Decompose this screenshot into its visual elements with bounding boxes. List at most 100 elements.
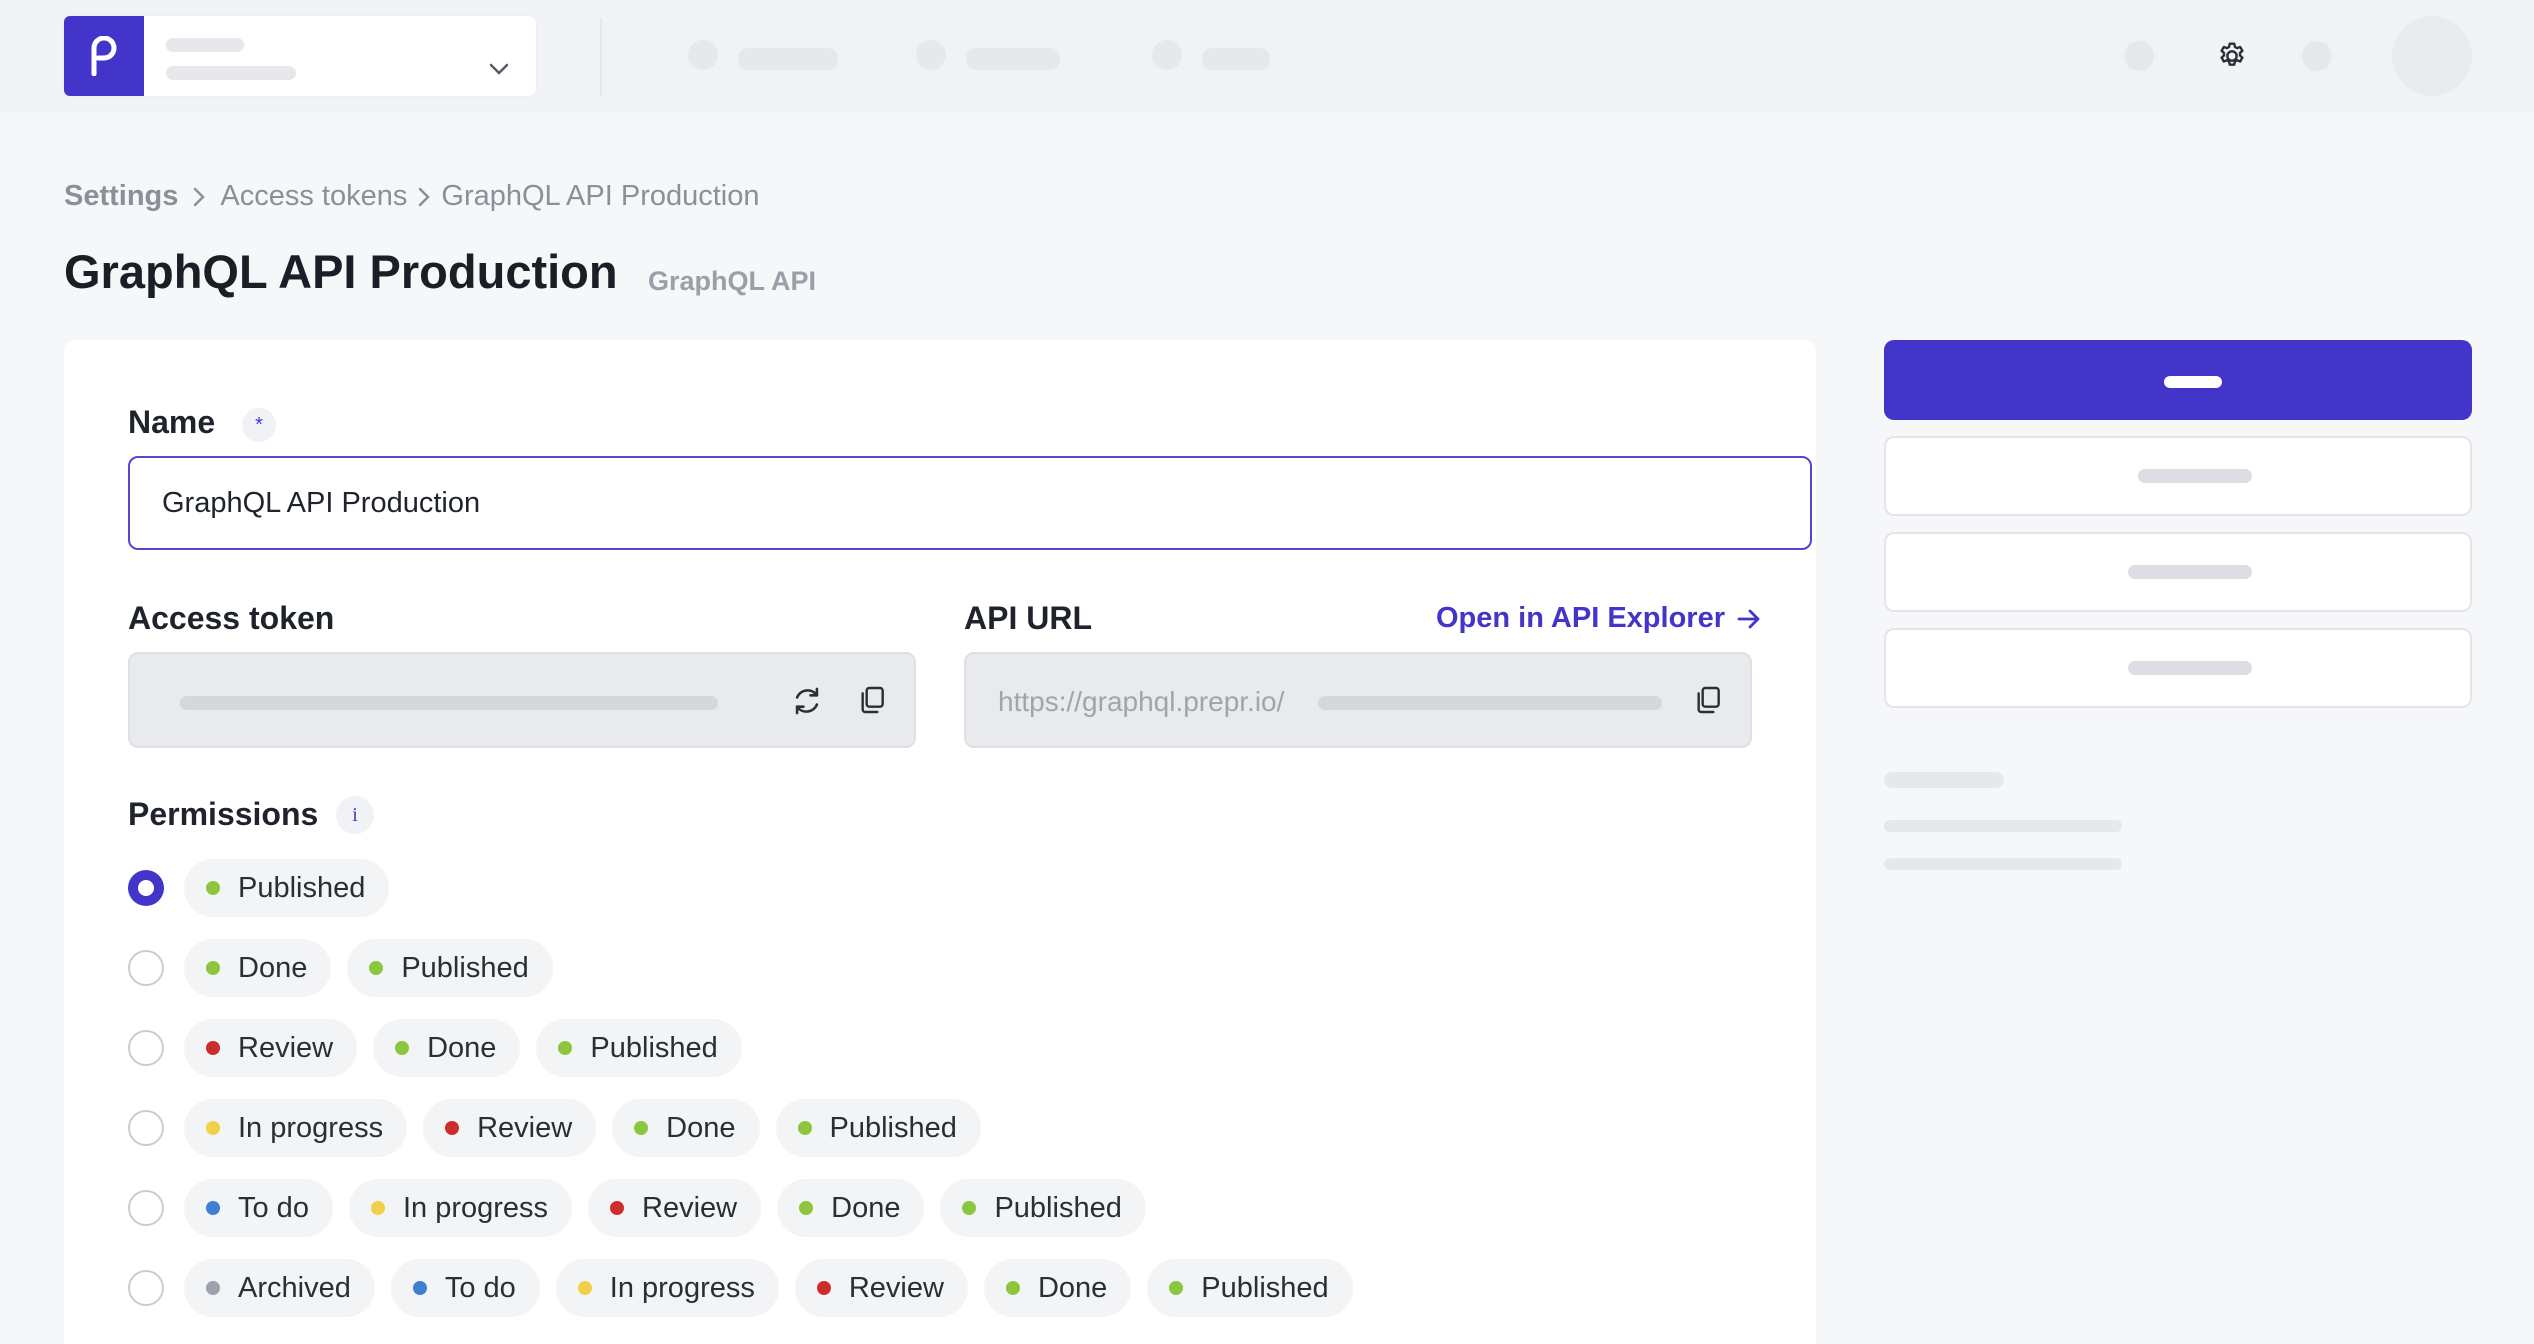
status-dot-icon [369, 961, 384, 975]
workspace-name-placeholder [166, 38, 244, 52]
permission-option[interactable]: In progress Review Done Published [128, 1098, 997, 1158]
info-heading-placeholder [1884, 772, 2004, 788]
status-dot-icon [206, 961, 220, 975]
info-icon[interactable]: i [336, 796, 374, 834]
permission-option[interactable]: Done Published [128, 938, 569, 998]
status-chip: Review [588, 1179, 762, 1237]
access-token-field[interactable] [128, 652, 916, 748]
status-dot-icon [445, 1121, 460, 1135]
status-chip-label: Review [642, 1191, 738, 1224]
status-chip: Published [1147, 1259, 1353, 1317]
breadcrumb-item-access-tokens[interactable]: Access tokens [220, 180, 407, 213]
status-dot-icon [206, 1201, 220, 1215]
status-chip: To do [184, 1179, 333, 1237]
status-chip: Published [347, 939, 553, 997]
breadcrumb-item-settings[interactable]: Settings [64, 180, 178, 213]
name-input[interactable] [128, 456, 1812, 550]
name-label: Name [128, 404, 216, 440]
api-url-prefix: https://graphql.prepr.io/ [998, 686, 1285, 717]
status-dot-icon [206, 1041, 220, 1055]
permission-radio[interactable] [128, 870, 164, 906]
status-dot-icon [962, 1201, 977, 1215]
status-chip: In progress [555, 1259, 779, 1317]
status-chip: Done [373, 1019, 521, 1077]
permissions-label: Permissions [128, 796, 319, 832]
chevron-right-icon [417, 186, 431, 208]
status-chip-label: Published [590, 1031, 718, 1064]
brand-logo-icon [64, 16, 144, 96]
open-api-explorer-link[interactable]: Open in API Explorer [1436, 602, 1761, 635]
regenerate-icon[interactable] [790, 684, 824, 718]
chevron-down-icon [489, 63, 509, 75]
masked-token-value [180, 696, 718, 710]
copy-icon[interactable] [1692, 684, 1724, 716]
breadcrumb-item-current: GraphQL API Production [441, 180, 760, 212]
secondary-action-button[interactable] [1884, 532, 2472, 612]
status-chip: Done [777, 1179, 925, 1237]
status-dot-icon [206, 1281, 220, 1295]
status-chip-label: In progress [402, 1191, 549, 1224]
status-chip: Review [184, 1019, 358, 1077]
status-dot-icon [610, 1201, 625, 1215]
breadcrumb: Settings Access tokens GraphQL API Produ… [64, 180, 760, 213]
status-chip-label: Done [427, 1031, 497, 1064]
workspace-subtitle-placeholder [166, 66, 296, 80]
status-dot-icon [206, 1121, 220, 1135]
token-form-card: Name * Access token API URL Open in API … [64, 340, 1816, 1344]
button-label-placeholder [2128, 565, 2252, 579]
secondary-action-button[interactable] [1884, 436, 2472, 516]
status-chip-label: To do [444, 1271, 516, 1304]
header-action-icon[interactable] [2124, 41, 2154, 71]
api-url-field[interactable]: https://graphql.prepr.io/ [964, 652, 1752, 748]
primary-action-button[interactable] [1884, 340, 2472, 420]
status-dot-icon [395, 1041, 410, 1055]
copy-icon[interactable] [856, 684, 888, 716]
status-chip-label: Published [994, 1191, 1122, 1224]
permission-radio[interactable] [128, 1190, 164, 1226]
status-chip-label: Done [831, 1191, 901, 1224]
permission-option[interactable]: To do In progress Review Done Published [128, 1178, 1162, 1238]
secondary-action-button[interactable] [1884, 628, 2472, 708]
gear-icon[interactable] [2216, 40, 2248, 72]
status-chip: Done [612, 1099, 760, 1157]
status-dot-icon [206, 881, 220, 895]
status-chip-label: In progress [609, 1271, 755, 1304]
status-dot-icon [816, 1281, 831, 1295]
top-bar [0, 0, 2534, 112]
permission-option[interactable]: Published [128, 858, 405, 918]
status-chip: To do [390, 1259, 540, 1317]
permission-radio[interactable] [128, 1030, 164, 1066]
status-dot-icon [370, 1201, 385, 1215]
status-chip: Review [794, 1259, 968, 1317]
nav-item-label-placeholder[interactable] [1202, 48, 1270, 70]
permission-option[interactable]: Archived To do In progress Review Done Publis… [128, 1258, 1369, 1318]
status-chip: Archived [184, 1259, 375, 1317]
status-chip-label: Review [848, 1271, 944, 1304]
status-chip: Published [536, 1019, 742, 1077]
status-chip: Published [775, 1099, 981, 1157]
permission-option[interactable]: Review Done Published [128, 1018, 758, 1078]
status-chip-label: Review [238, 1031, 334, 1064]
avatar[interactable] [2392, 16, 2472, 96]
info-text-placeholder [1884, 858, 2122, 870]
permission-radio[interactable] [128, 1110, 164, 1146]
nav-item-label-placeholder[interactable] [966, 48, 1060, 70]
status-chip-label: Done [666, 1111, 736, 1144]
masked-url-value [1318, 696, 1662, 710]
permission-radio[interactable] [128, 1270, 164, 1306]
nav-item-icon[interactable] [688, 40, 718, 70]
status-dot-icon [1169, 1281, 1184, 1295]
info-text-placeholder [1884, 820, 2122, 832]
status-chip: Published [940, 1179, 1146, 1237]
nav-item-icon[interactable] [916, 40, 946, 70]
nav-item-icon[interactable] [1152, 40, 1182, 70]
nav-item-label-placeholder[interactable] [738, 48, 838, 70]
status-dot-icon [1005, 1281, 1020, 1295]
permission-radio[interactable] [128, 950, 164, 986]
status-chip-label: Published [401, 951, 529, 984]
status-chip: In progress [184, 1099, 408, 1157]
status-dot-icon [797, 1121, 812, 1135]
header-action-icon[interactable] [2302, 41, 2332, 71]
open-api-explorer-label: Open in API Explorer [1436, 602, 1725, 634]
workspace-switcher[interactable] [64, 16, 536, 96]
